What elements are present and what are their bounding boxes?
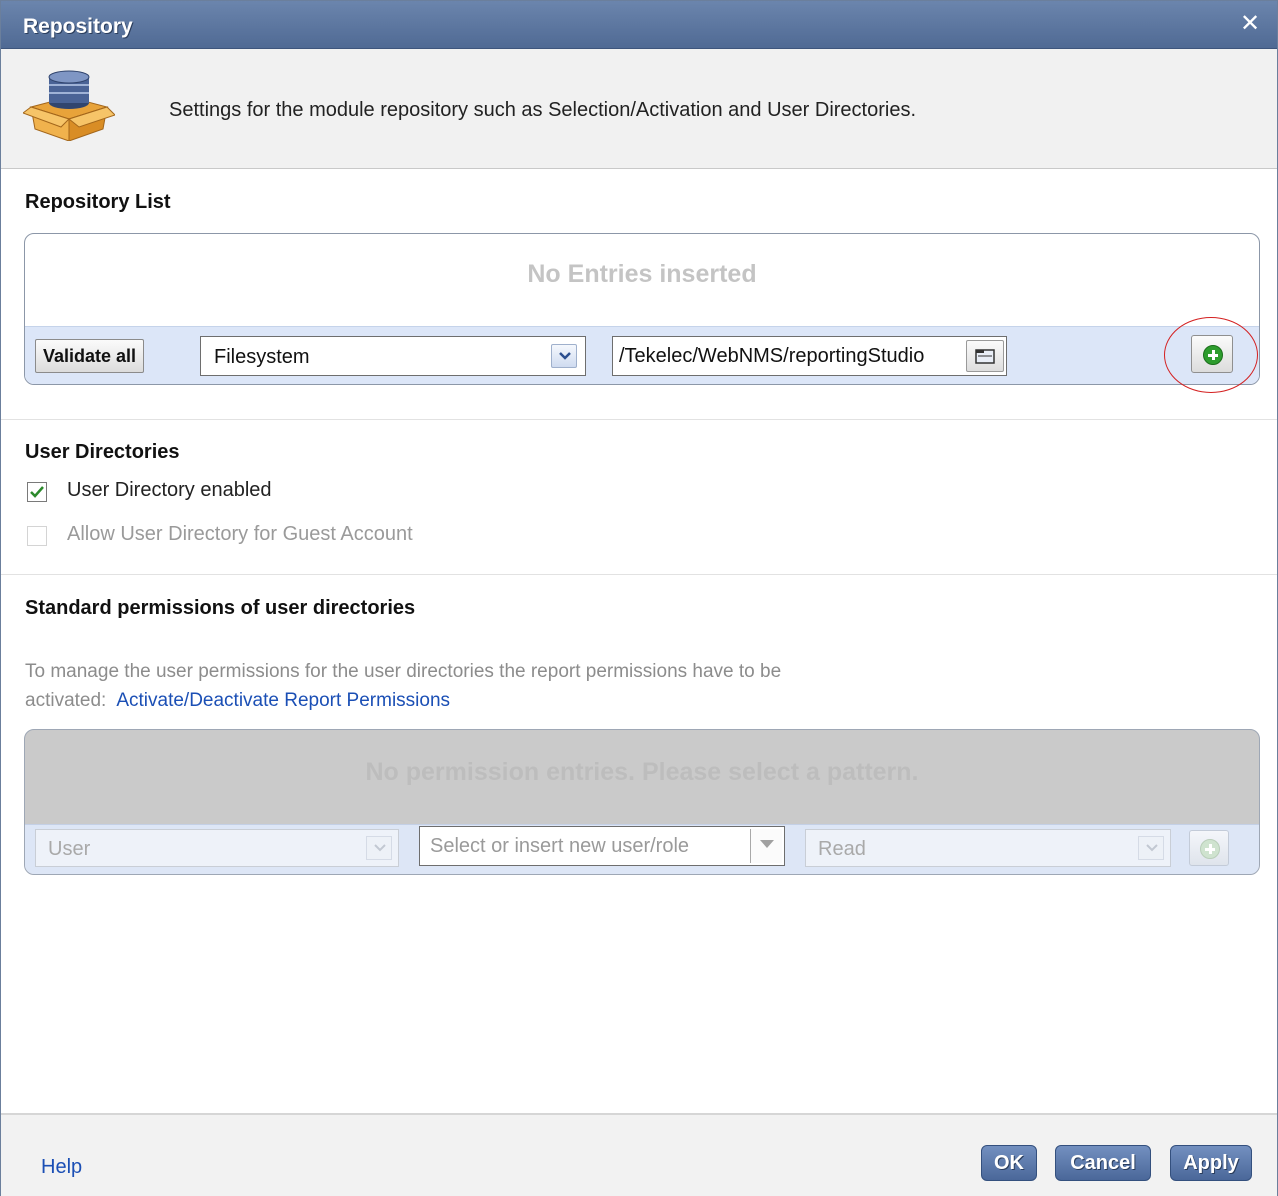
add-green-plus-icon xyxy=(1200,839,1220,859)
chevron-down-icon xyxy=(1138,836,1164,860)
permissions-toolbar: User Select or insert new user/role Read xyxy=(25,824,1259,874)
close-icon[interactable]: ✕ xyxy=(1239,12,1261,36)
user-role-placeholder[interactable]: Select or insert new user/role xyxy=(430,835,689,858)
activate-report-permissions-link[interactable]: Activate/Deactivate Report Permissions xyxy=(116,690,450,711)
validate-all-button[interactable]: Validate all xyxy=(35,339,145,373)
permissions-info-line1: To manage the user permissions for the u… xyxy=(25,661,782,682)
user-directory-enabled-label: User Directory enabled xyxy=(67,479,272,501)
highlight-annotation xyxy=(1164,317,1258,393)
repository-path-value[interactable]: /Tekelec/WebNMS/reportingStudio xyxy=(619,345,959,368)
header-description: Settings for the module repository such … xyxy=(169,99,917,121)
repository-empty-text: No Entries inserted xyxy=(527,260,757,288)
add-permission-button xyxy=(1189,830,1229,866)
database-box-icon xyxy=(21,69,116,142)
permission-access-select: Read xyxy=(805,829,1171,867)
permissions-info: To manage the user permissions for the u… xyxy=(25,657,1025,715)
repository-toolbar: Validate all Filesystem /Tekelec/WebNMS/… xyxy=(25,326,1259,384)
repository-dialog: Repository ✕ Settings for the module rep… xyxy=(0,0,1278,1196)
dialog-header: Settings for the module repository such … xyxy=(1,49,1277,169)
divider xyxy=(1,574,1277,575)
help-link[interactable]: Help xyxy=(41,1156,82,1179)
title-bar: Repository ✕ xyxy=(1,1,1277,49)
permission-type-select: User xyxy=(35,829,399,867)
window-title: Repository xyxy=(23,15,133,38)
ok-button[interactable]: OK xyxy=(981,1145,1037,1181)
user-directory-enabled-checkbox[interactable] xyxy=(27,482,47,502)
guest-account-label: Allow User Directory for Guest Account xyxy=(67,523,413,545)
repository-type-value: Filesystem xyxy=(214,346,310,368)
repository-type-select[interactable]: Filesystem xyxy=(200,336,586,376)
permissions-empty-text: No permission entries. Please select a p… xyxy=(365,758,919,786)
permissions-info-line2: activated: xyxy=(25,690,107,711)
folder-browse-icon[interactable] xyxy=(966,340,1004,372)
permissions-title: Standard permissions of user directories xyxy=(25,597,416,619)
repository-list-title: Repository List xyxy=(25,191,171,213)
dialog-footer: Help OK Cancel Apply xyxy=(1,1113,1277,1196)
repository-list-panel: No Entries inserted Validate all Filesys… xyxy=(24,233,1260,385)
guest-account-checkbox xyxy=(27,526,47,546)
chevron-down-icon xyxy=(366,836,392,860)
divider xyxy=(1,419,1277,420)
caret-down-icon[interactable] xyxy=(750,829,782,863)
permission-access-value: Read xyxy=(818,838,866,860)
user-directories-title: User Directories xyxy=(25,441,180,463)
apply-button[interactable]: Apply xyxy=(1170,1145,1252,1181)
user-role-combo[interactable]: Select or insert new user/role xyxy=(419,826,785,866)
permission-type-value: User xyxy=(48,838,91,860)
cancel-button[interactable]: Cancel xyxy=(1055,1145,1151,1181)
repository-path-field[interactable]: /Tekelec/WebNMS/reportingStudio xyxy=(612,336,1007,376)
chevron-down-icon[interactable] xyxy=(551,344,577,368)
permissions-panel: No permission entries. Please select a p… xyxy=(24,729,1260,875)
